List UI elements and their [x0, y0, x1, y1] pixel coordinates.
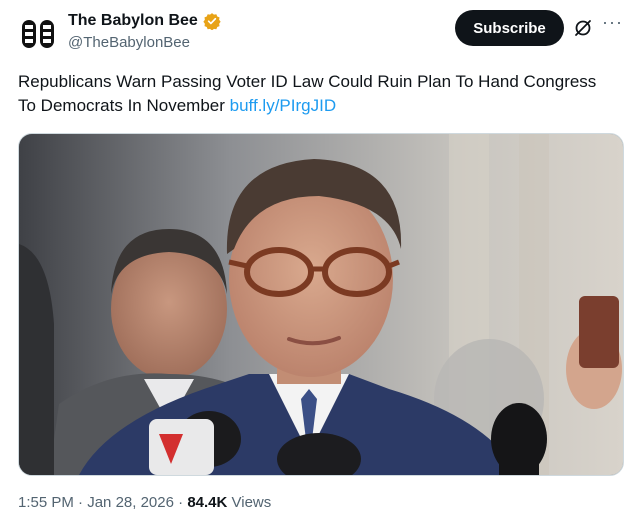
tweet-time[interactable]: 1:55 PM	[18, 494, 74, 511]
tweet-card: The Babylon Bee @TheBabylonBee Subscribe…	[0, 0, 640, 529]
account-handle[interactable]: @TheBabylonBee	[68, 34, 190, 51]
more-options-icon[interactable]: ···	[602, 13, 622, 34]
meta-separator: ·	[178, 494, 184, 511]
views-count: 84.4K	[187, 494, 228, 511]
display-name[interactable]: The Babylon Bee	[68, 12, 198, 30]
verified-badge-icon	[203, 13, 221, 30]
grok-icon[interactable]	[573, 18, 593, 38]
tweet-meta: 1:55 PM · Jan 28, 2026 · 84.4K Views	[18, 494, 271, 511]
avatar[interactable]	[18, 14, 58, 54]
tweet-media-image[interactable]	[18, 133, 624, 476]
tweet-text: Republicans Warn Passing Voter ID Law Co…	[18, 70, 618, 118]
subscribe-button[interactable]: Subscribe	[455, 10, 564, 46]
meta-separator: ·	[78, 494, 84, 511]
photo-illustration	[19, 134, 623, 475]
views-label: Views	[231, 494, 272, 511]
tweet-date[interactable]: Jan 28, 2026	[87, 494, 174, 511]
account-name-row[interactable]: The Babylon Bee	[68, 12, 221, 30]
tweet-link[interactable]: buff.ly/PIrgJID	[230, 96, 336, 115]
bee-logo-icon	[22, 20, 54, 48]
